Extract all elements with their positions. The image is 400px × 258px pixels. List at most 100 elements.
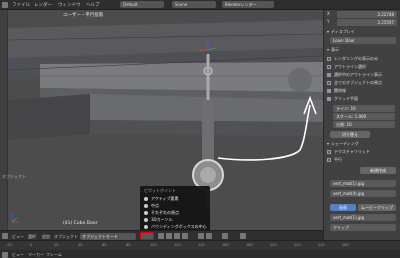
new-button[interactable]: 新規作成 <box>360 167 396 174</box>
material-row[interactable]: vert_mat(1).jpg <box>330 180 396 187</box>
pivot-item-label: アクティブ要素 <box>151 196 179 201</box>
rotate-icon[interactable] <box>174 233 180 239</box>
check-label: テクスチャソリッド <box>334 149 370 154</box>
check-row[interactable]: 選択中のアウトライン表示 <box>327 72 398 79</box>
check-row[interactable]: 平行 <box>327 157 398 164</box>
timeline-tick: 260 <box>342 243 349 247</box>
scale-icon[interactable] <box>182 233 188 239</box>
menu-file[interactable]: ファイル <box>12 2 30 8</box>
pivot-active-icon <box>144 196 148 201</box>
mode-select[interactable]: オブジェクトモード <box>80 232 136 240</box>
menu-render[interactable]: レンダー <box>34 2 52 8</box>
view-menu[interactable]: ビュー <box>12 234 24 240</box>
snap-icon[interactable] <box>222 233 228 239</box>
active-object-label: (41) Cube.Door <box>63 221 98 226</box>
checkbox[interactable] <box>327 72 331 77</box>
pivot-active-element[interactable]: アクティブ要素 <box>144 196 208 203</box>
checkbox[interactable] <box>327 56 331 61</box>
check-row[interactable]: 関係線 <box>327 88 398 95</box>
timeline-frame-menu[interactable]: フレーム <box>46 252 62 258</box>
section-title: 表示 <box>331 47 340 52</box>
grid-scale-value: 1.000 <box>354 114 367 119</box>
top-menu-bar: ファイル レンダー ウィンドウ ヘルプ Default Scene Blende… <box>0 0 400 10</box>
manipulator-icon[interactable] <box>158 233 164 239</box>
check-row[interactable]: テクスチャソリッド <box>327 149 398 156</box>
checkbox[interactable] <box>327 64 331 69</box>
timeline-tick: 40 <box>78 243 83 247</box>
toggle-button[interactable]: 切り替え <box>330 131 370 138</box>
check-row[interactable]: 全てのオブジェクトの原点 <box>327 80 398 87</box>
check-row[interactable]: グリッド平面 <box>327 96 398 103</box>
menu-window[interactable]: ウィンドウ <box>58 2 81 8</box>
image-button[interactable]: 画像 <box>330 204 356 211</box>
timeline-tick: 140 <box>198 243 205 247</box>
scene-field[interactable]: Scene <box>172 1 216 8</box>
check-label: アウトライン選択 <box>334 64 366 69</box>
check-label: 全てのオブジェクトの原点 <box>334 80 382 85</box>
section-title: ディスプレイ <box>331 29 355 34</box>
timeline[interactable]: -20 0 20 40 60 80 100 120 140 160 180 20… <box>0 240 400 258</box>
checkbox[interactable] <box>327 96 331 101</box>
clip-field[interactable]: クリップ <box>330 224 396 231</box>
timeline-tick: 240 <box>318 243 325 247</box>
shading-section-header[interactable]: ▾ シェーディング <box>327 141 398 148</box>
location-x-row: X 2.22748 <box>327 11 398 18</box>
timeline-tick: 180 <box>246 243 253 247</box>
add-menu[interactable]: 追加 <box>42 234 50 240</box>
render-engine-select[interactable]: Blenderレンダー <box>222 1 274 8</box>
pivot-3d-cursor[interactable]: 3Dカーソル <box>144 217 208 224</box>
view-section-header[interactable]: ▾ 表示 <box>327 47 398 54</box>
checkbox[interactable] <box>327 149 331 154</box>
pivot-item-label: 中点 <box>151 203 159 208</box>
movie-clip-button[interactable]: ムービークリップ <box>358 204 396 211</box>
location-x-field[interactable]: 2.22748 <box>337 11 397 18</box>
checkbox[interactable] <box>327 88 331 93</box>
pivot-individual-origins[interactable]: それぞれの原点 <box>144 210 208 217</box>
tool-shelf-edge[interactable] <box>0 10 8 230</box>
pivot-item-label: 3Dカーソル <box>151 217 173 222</box>
location-y-field[interactable]: 2.25597 <box>337 19 397 26</box>
viewport-title: ユーザー・平行投影 <box>63 13 104 18</box>
material-row[interactable]: vert_mat(4).jpg <box>330 190 396 197</box>
pivot-menu-title: ピボットポイント <box>144 188 176 193</box>
checkbox[interactable] <box>327 157 331 162</box>
screen-layout-field[interactable]: Default <box>120 1 164 8</box>
editor-type-icon[interactable] <box>2 233 8 239</box>
translate-icon[interactable] <box>166 233 172 239</box>
grid-lines-value: 16 <box>350 106 356 111</box>
grid-sub-value: 10 <box>346 122 352 127</box>
grid-scale-label: スケール: <box>336 114 354 119</box>
section-title: シェーディング <box>331 141 359 146</box>
timeline-tick: 20 <box>54 243 59 247</box>
menu-help[interactable]: ヘルプ <box>86 2 100 8</box>
check-row[interactable]: アウトライン選択 <box>327 64 398 71</box>
timeline-tick: 220 <box>294 243 301 247</box>
grid-scale-field[interactable]: スケール: 1.000 <box>333 113 395 120</box>
display-section-header[interactable]: ▾ ディスプレイ <box>327 29 398 36</box>
timeline-marker-menu[interactable]: マーカー <box>28 252 44 258</box>
checkbox[interactable] <box>327 80 331 85</box>
expand-arrow-icon: ▾ <box>327 29 330 34</box>
pivot-point-button[interactable] <box>140 232 154 240</box>
timeline-view-menu[interactable]: ビュー <box>12 252 24 258</box>
layer-icon[interactable] <box>206 233 212 239</box>
tool-shelf-label: オブジェクト <box>2 174 26 179</box>
lock-object-field[interactable]: Lone: Door <box>330 37 396 44</box>
pivot-median-icon <box>144 203 148 208</box>
grid-sub-row: 分割: 10 <box>327 121 398 128</box>
location-x-label: X <box>327 11 330 16</box>
grid-lines-field[interactable]: ライン: 16 <box>333 105 395 112</box>
object-menu[interactable]: オブジェクト <box>54 234 78 240</box>
grid-subdivisions-field[interactable]: 分割: 10 <box>333 121 395 128</box>
select-menu[interactable]: 選択 <box>28 234 36 240</box>
layer-icon[interactable] <box>198 233 204 239</box>
image-select-field[interactable]: vert_mat(1).jpg <box>330 214 396 221</box>
grid-sub-label: 分割: <box>336 122 346 127</box>
render-icon[interactable] <box>240 233 246 239</box>
pivot-median-point[interactable]: 中点 <box>144 203 208 210</box>
editor-type-icon[interactable] <box>2 251 8 258</box>
check-row[interactable]: レンダリングの表示のみ <box>327 56 398 63</box>
expand-arrow-icon: ▾ <box>327 141 330 146</box>
grid-lines-row: ライン: 16 <box>327 105 398 112</box>
blender-logo-icon[interactable] <box>2 2 8 8</box>
